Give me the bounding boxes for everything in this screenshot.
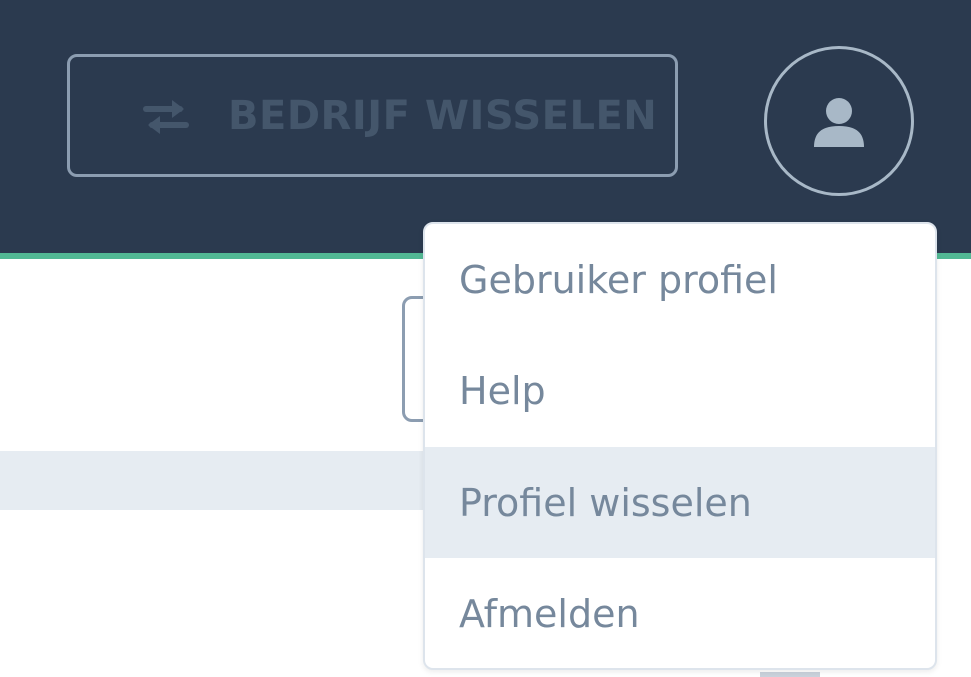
menu-item-logout[interactable]: Afmelden xyxy=(425,558,935,668)
background-scrollbar xyxy=(760,672,820,677)
menu-item-label: Gebruiker profiel xyxy=(459,257,778,302)
user-dropdown-menu: Gebruiker profiel Help Profiel wisselen … xyxy=(423,222,937,670)
menu-item-label: Help xyxy=(459,368,546,413)
user-icon xyxy=(814,98,864,147)
menu-item-switch-profile[interactable]: Profiel wisselen xyxy=(425,447,935,558)
background-table-row xyxy=(0,451,430,510)
menu-item-user-profile[interactable]: Gebruiker profiel xyxy=(425,224,935,335)
user-avatar-button[interactable] xyxy=(764,46,914,196)
menu-item-help[interactable]: Help xyxy=(425,335,935,446)
menu-item-label: Profiel wisselen xyxy=(459,480,752,525)
switch-company-label: BEDRIJF WISSELEN xyxy=(228,93,658,139)
arrows-exchange-icon xyxy=(140,97,192,137)
top-navbar: BEDRIJF WISSELEN xyxy=(0,0,971,259)
menu-item-label: Afmelden xyxy=(459,591,640,636)
switch-company-button[interactable]: BEDRIJF WISSELEN xyxy=(67,54,678,177)
